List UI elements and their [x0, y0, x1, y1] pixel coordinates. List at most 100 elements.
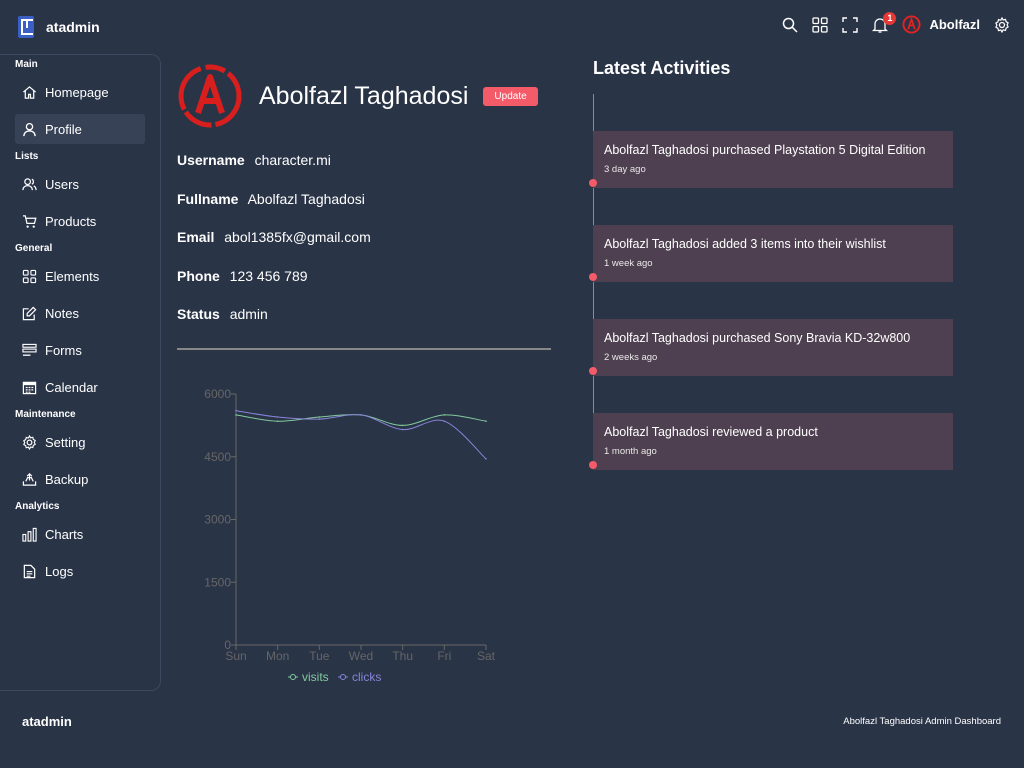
notes-icon — [22, 306, 37, 320]
data-point-clicks — [276, 416, 279, 418]
sidebar-item-calendar[interactable]: Calendar — [15, 372, 145, 402]
legend-marker-clicks — [340, 674, 346, 680]
logo-icon — [18, 16, 34, 38]
activity-text: Abolfazl Taghadosi purchased Sony Bravia… — [604, 331, 911, 345]
sidebar-item-notes[interactable]: Notes — [15, 298, 145, 328]
footer-logo-text: atadmin — [22, 714, 72, 729]
x-tick-label: Sun — [225, 649, 246, 663]
y-tick-label: 3000 — [204, 513, 231, 527]
users-icon — [22, 177, 37, 190]
nav-analytics: Charts Logs — [0, 519, 160, 586]
user-menu[interactable]: Abolfazl — [902, 15, 980, 34]
sidebar-item-users[interactable]: Users — [15, 169, 145, 199]
x-tick-label: Tue — [309, 649, 330, 663]
activity-text: Abolfazl Taghadosi reviewed a product — [604, 425, 818, 439]
logs-icon — [23, 564, 36, 578]
field-fullname: Fullname Abolfazl Taghadosi — [177, 191, 552, 230]
footer-credit: Abolfazl Taghadosi Admin Dashboard — [843, 716, 1001, 727]
legend-label-clicks: clicks — [352, 670, 381, 684]
data-point-visits — [235, 414, 237, 416]
field-key: Email — [177, 229, 215, 245]
sidebar-item-products[interactable]: Products — [15, 206, 145, 236]
top-bar: atadmin 1 Abolfazl — [0, 0, 1024, 55]
y-tick-label: 6000 — [204, 387, 231, 401]
data-point-visits — [401, 424, 404, 427]
x-tick-label: Thu — [392, 649, 413, 663]
sidebar-item-setting[interactable]: Setting — [15, 427, 145, 457]
sidebar-item-label: Users — [45, 176, 79, 192]
activity-item[interactable]: Abolfazl Taghadosi purchased Sony Bravia… — [589, 319, 953, 376]
sidebar-item-label: Setting — [45, 434, 86, 450]
data-point-visits — [443, 414, 446, 416]
sidebar-item-elements[interactable]: Elements — [15, 261, 145, 291]
divider — [177, 348, 551, 350]
sidebar: Main Homepage Profile Lists Users Produc… — [0, 54, 161, 691]
activities-title: Latest Activities — [593, 58, 731, 78]
x-tick-label: Mon — [266, 649, 289, 663]
avatar[interactable] — [902, 15, 921, 34]
activity-text: Abolfazl Taghadosi purchased Playstation… — [604, 143, 926, 157]
sidebar-item-logs[interactable]: Logs — [15, 556, 145, 586]
sidebar-item-backup[interactable]: Backup — [15, 464, 145, 494]
nav-maintenance: Setting Backup — [0, 427, 160, 494]
sidebar-item-charts[interactable]: Charts — [15, 519, 145, 549]
section-title-analytics: Analytics — [15, 501, 60, 512]
sidebar-item-profile[interactable]: Profile — [15, 114, 145, 144]
chart-icon — [22, 527, 37, 542]
calendar-icon — [22, 381, 37, 394]
gear-icon[interactable] — [994, 16, 1010, 33]
activity-item[interactable]: Abolfazl Taghadosi reviewed a product 1 … — [589, 413, 953, 470]
activity-text: Abolfazl Taghadosi added 3 items into th… — [604, 237, 886, 251]
field-value: Abolfazl Taghadosi — [247, 190, 365, 207]
sidebar-item-label: Charts — [45, 526, 84, 542]
x-tick-label: Fri — [437, 649, 451, 663]
field-phone: Phone 123 456 789 — [177, 268, 552, 307]
y-tick-label: 1500 — [204, 575, 231, 589]
activity-time: 1 week ago — [604, 258, 653, 269]
apps-icon[interactable] — [812, 16, 829, 33]
user-name: Abolfazl — [929, 17, 980, 32]
sidebar-item-label: Elements — [45, 268, 100, 284]
sidebar-item-label: Backup — [45, 471, 89, 487]
update-button[interactable]: Update — [483, 86, 538, 106]
field-username: Username character.mi — [177, 152, 552, 191]
legend-marker-visits — [290, 674, 296, 680]
search-icon[interactable] — [782, 17, 798, 33]
legend-label-visits: visits — [302, 670, 329, 684]
sidebar-item-label: Homepage — [45, 84, 109, 100]
grid-icon — [22, 269, 37, 283]
activity-item[interactable]: Abolfazl Taghadosi purchased Playstation… — [589, 131, 953, 188]
x-tick-label: Wed — [349, 649, 373, 663]
logo-text: atadmin — [46, 19, 100, 35]
activity-item[interactable]: Abolfazl Taghadosi added 3 items into th… — [589, 225, 953, 282]
data-point-clicks — [360, 414, 362, 416]
fullscreen-icon[interactable] — [842, 16, 859, 33]
nav-lists: Users Products — [0, 169, 160, 236]
logo[interactable]: atadmin — [18, 16, 100, 38]
data-point-visits — [276, 420, 279, 422]
sidebar-item-homepage[interactable]: Homepage — [15, 77, 145, 107]
section-title-lists: Lists — [15, 151, 39, 162]
data-point-clicks — [485, 458, 487, 460]
notification-badge: 1 — [883, 11, 897, 25]
header-icons: 1 Abolfazl — [782, 11, 1010, 34]
profile-name: Abolfazl Taghadosi — [259, 81, 469, 110]
field-key: Status — [177, 306, 220, 322]
field-email: Email abol1385fx@gmail.com — [177, 229, 552, 268]
notifications[interactable]: 1 — [872, 11, 897, 33]
sidebar-item-label: Forms — [45, 342, 82, 358]
profile-fields: Username character.mi Fullname Abolfazl … — [177, 152, 552, 345]
field-key: Fullname — [177, 190, 239, 207]
data-point-clicks — [235, 409, 237, 412]
section-title-main: Main — [15, 59, 38, 70]
data-point-clicks — [401, 428, 404, 431]
nav-main: Homepage Profile — [0, 77, 160, 144]
field-value: admin — [229, 306, 268, 322]
field-value: 123 456 789 — [229, 267, 308, 284]
timeline-dot — [589, 179, 597, 187]
line-chart: 01500300045006000Sun Mon Tue Wed Thu Fri Satvi… — [204, 387, 495, 684]
home-icon — [23, 85, 36, 99]
nav-general: Elements Notes Forms Calendar — [0, 261, 160, 402]
profile-header: Abolfazl Taghadosi Update — [177, 63, 552, 129]
sidebar-item-forms[interactable]: Forms — [15, 335, 145, 365]
